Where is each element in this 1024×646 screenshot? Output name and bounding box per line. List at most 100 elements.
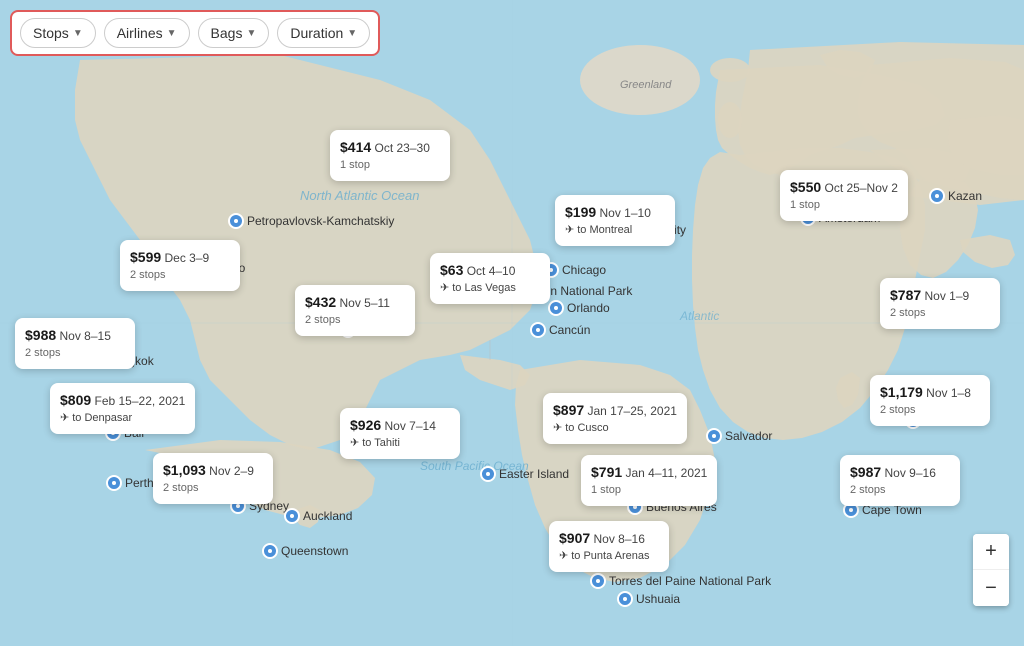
svg-text:Greenland: Greenland bbox=[620, 79, 672, 91]
city-dot-orlando bbox=[548, 300, 564, 316]
airlines-filter-button[interactable]: Airlines ▼ bbox=[104, 18, 190, 48]
city-dot-auckland bbox=[284, 508, 300, 524]
city-label-salvador: Salvador bbox=[706, 428, 772, 444]
price-stops-johannesburg: 2 stops bbox=[850, 483, 950, 498]
price-card-mahe[interactable]: $1,179 Nov 1–8 2 stops bbox=[870, 375, 990, 426]
price-card-sydney[interactable]: $1,093 Nov 2–92 stops bbox=[153, 453, 273, 504]
price-amount-anchorage: $414 bbox=[340, 139, 371, 155]
price-card-bangkok[interactable]: $988 Nov 8–152 stops bbox=[15, 318, 135, 369]
price-amount-sydney: $1,093 bbox=[163, 462, 206, 478]
price-amount-amsterdam: $550 bbox=[790, 179, 821, 195]
bags-filter-button[interactable]: Bags ▼ bbox=[198, 18, 270, 48]
price-stops-sydney: 2 stops bbox=[163, 481, 263, 496]
city-label-queenstown: Queenstown bbox=[262, 543, 348, 559]
city-label-kazan: Kazan bbox=[929, 188, 982, 204]
zoom-out-button[interactable]: − bbox=[973, 570, 1009, 606]
price-card-puntaarenas[interactable]: $907 Nov 8–16✈ to Punta Arenas bbox=[549, 521, 669, 572]
price-amount-lasvegas: $63 bbox=[440, 262, 463, 278]
city-dot-cancun bbox=[530, 322, 546, 338]
price-amount-tokyo: $599 bbox=[130, 249, 161, 265]
price-stops-riodejaneiro: 1 stop bbox=[591, 483, 707, 498]
price-amount-denpasar: $809 bbox=[60, 392, 91, 408]
price-card-denpasar[interactable]: $809 Feb 15–22, 2021✈ to Denpasar bbox=[50, 383, 195, 434]
city-label-torres: Torres del Paine National Park bbox=[590, 573, 771, 589]
city-label-easter-island: Easter Island bbox=[480, 466, 569, 482]
zoom-controls: + − bbox=[973, 534, 1009, 606]
price-dates-tahiti: Nov 7–14 bbox=[385, 419, 436, 433]
price-card-cusco[interactable]: $897 Jan 17–25, 2021 ✈ to Cusco bbox=[543, 393, 687, 444]
price-destination-lasvegas: ✈ to Las Vegas bbox=[440, 281, 540, 296]
price-stops-anchorage: 1 stop bbox=[340, 158, 440, 173]
city-label-chicago: Chicago bbox=[543, 262, 606, 278]
city-label-orlando: Orlando bbox=[548, 300, 610, 316]
city-name-orlando: Orlando bbox=[567, 301, 610, 315]
airlines-filter-label: Airlines bbox=[117, 25, 163, 41]
price-stops-honolulu: 2 stops bbox=[305, 313, 405, 328]
price-card-amsterdam[interactable]: $550 Oct 25–Nov 2 1 stop bbox=[780, 170, 908, 221]
price-card-riodejaneiro[interactable]: $791 Jan 4–11, 20211 stop bbox=[581, 455, 717, 506]
price-card-tokyo[interactable]: $599 Dec 3–9 2 stops bbox=[120, 240, 240, 291]
price-card-lasvegas[interactable]: $63 Oct 4–10✈ to Las Vegas bbox=[430, 253, 550, 304]
filter-bar: Stops ▼ Airlines ▼ Bags ▼ Duration ▼ bbox=[10, 10, 380, 56]
price-dates-tokyo: Dec 3–9 bbox=[165, 251, 210, 265]
price-card-anchorage[interactable]: $414 Oct 23–30 1 stop bbox=[330, 130, 450, 181]
city-dot-queenstown bbox=[262, 543, 278, 559]
price-destination-cusco: ✈ to Cusco bbox=[553, 421, 677, 436]
stops-filter-button[interactable]: Stops ▼ bbox=[20, 18, 96, 48]
price-card-tahiti[interactable]: $926 Nov 7–14 ✈ to Tahiti bbox=[340, 408, 460, 459]
price-stops-europe2: 2 stops bbox=[890, 306, 990, 321]
stops-filter-label: Stops bbox=[33, 25, 69, 41]
price-card-honolulu[interactable]: $432 Nov 5–11 2 stops bbox=[295, 285, 415, 336]
price-amount-honolulu: $432 bbox=[305, 294, 336, 310]
city-dot-perth bbox=[106, 475, 122, 491]
price-dates-mahe: Nov 1–8 bbox=[926, 386, 971, 400]
price-destination-denpasar: ✈ to Denpasar bbox=[60, 411, 185, 426]
price-stops-mahe: 2 stops bbox=[880, 403, 980, 418]
city-name-perth: Perth bbox=[125, 476, 154, 490]
price-dates-montreal: Nov 1–10 bbox=[600, 206, 651, 220]
city-label-auckland: Auckland bbox=[284, 508, 352, 524]
price-stops-amsterdam: 1 stop bbox=[790, 198, 898, 213]
city-name-kazan: Kazan bbox=[948, 189, 982, 203]
city-name-cancun: Cancún bbox=[549, 323, 590, 337]
price-dates-riodejaneiro: Jan 4–11, 2021 bbox=[626, 466, 708, 480]
price-amount-europe2: $787 bbox=[890, 287, 921, 303]
city-label-perth: Perth bbox=[106, 475, 154, 491]
price-card-johannesburg[interactable]: $987 Nov 9–162 stops bbox=[840, 455, 960, 506]
svg-text:North Atlantic Ocean: North Atlantic Ocean bbox=[300, 188, 419, 203]
price-amount-cusco: $897 bbox=[553, 402, 584, 418]
city-label-ushuaia: Ushuaia bbox=[617, 591, 680, 607]
price-amount-mahe: $1,179 bbox=[880, 384, 923, 400]
price-amount-tahiti: $926 bbox=[350, 417, 381, 433]
price-card-europe2[interactable]: $787 Nov 1–92 stops bbox=[880, 278, 1000, 329]
price-dates-puntaarenas: Nov 8–16 bbox=[594, 532, 645, 546]
plane-icon-cusco: ✈ bbox=[553, 421, 562, 436]
price-dates-bangkok: Nov 8–15 bbox=[60, 329, 111, 343]
zoom-in-button[interactable]: + bbox=[973, 534, 1009, 570]
price-destination-tahiti: ✈ to Tahiti bbox=[350, 436, 450, 451]
plane-icon-puntaarenas: ✈ bbox=[559, 549, 568, 564]
price-dates-johannesburg: Nov 9–16 bbox=[885, 466, 936, 480]
plane-icon-montreal: ✈ bbox=[565, 223, 574, 238]
city-dot-petropavlovsk bbox=[228, 213, 244, 229]
price-stops-bangkok: 2 stops bbox=[25, 346, 125, 361]
price-destination-montreal: ✈ to Montreal bbox=[565, 223, 665, 238]
price-dates-cusco: Jan 17–25, 2021 bbox=[588, 404, 677, 418]
city-name-queenstown: Queenstown bbox=[281, 544, 348, 558]
city-name-petropavlovsk: Petropavlovsk-Kamchatskiy bbox=[247, 214, 394, 228]
price-stops-tokyo: 2 stops bbox=[130, 268, 230, 283]
city-label-petropavlovsk: Petropavlovsk-Kamchatskiy bbox=[228, 213, 394, 229]
price-dates-honolulu: Nov 5–11 bbox=[340, 296, 390, 310]
plane-icon-tahiti: ✈ bbox=[350, 436, 359, 451]
price-card-montreal[interactable]: $199 Nov 1–10✈ to Montreal bbox=[555, 195, 675, 246]
price-dates-anchorage: Oct 23–30 bbox=[375, 141, 430, 155]
city-name-chicago: Chicago bbox=[562, 263, 606, 277]
city-name-auckland: Auckland bbox=[303, 509, 352, 523]
duration-filter-button[interactable]: Duration ▼ bbox=[277, 18, 370, 48]
bags-chevron-icon: ▼ bbox=[246, 28, 256, 39]
price-dates-amsterdam: Oct 25–Nov 2 bbox=[825, 181, 898, 195]
city-name-easter-island: Easter Island bbox=[499, 467, 569, 481]
city-dot-kazan bbox=[929, 188, 945, 204]
price-amount-puntaarenas: $907 bbox=[559, 530, 590, 546]
svg-text:Atlantic: Atlantic bbox=[679, 309, 719, 323]
